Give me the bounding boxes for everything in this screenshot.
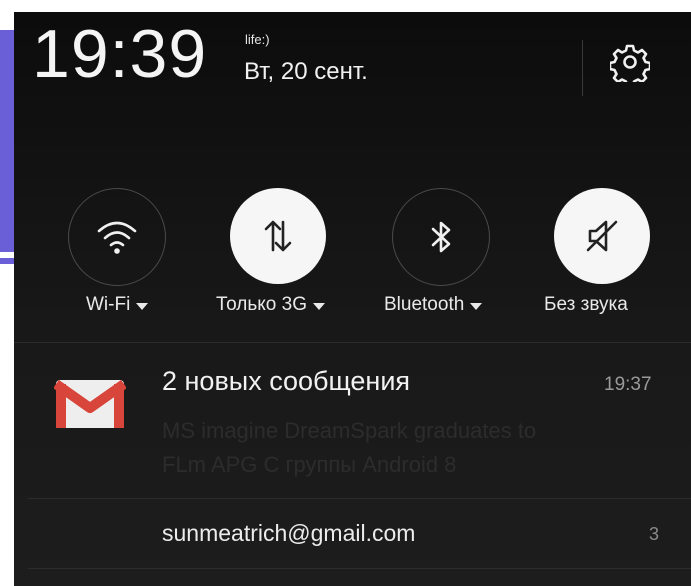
bluetooth-dropdown-icon [470, 302, 483, 310]
notification-preview-line-2: FLm APG C группы Android 8 [162, 452, 457, 477]
notification-preview-line-1: MS imagine DreamSpark graduates to [162, 418, 537, 443]
settings-button[interactable] [608, 40, 652, 84]
mobile-data-dropdown-icon [312, 302, 325, 310]
mobile-data-label-text: Только 3G [216, 294, 307, 315]
bluetooth-icon [431, 221, 451, 253]
side-accent-tab [0, 30, 14, 252]
side-accent-line [0, 258, 14, 264]
wifi-label-text: Wi-Fi [86, 294, 131, 315]
notification-title[interactable]: 2 новых сообщения [162, 366, 410, 397]
data-arrows-icon [264, 220, 292, 252]
bottom-divider [28, 568, 691, 569]
quick-settings-divider [14, 342, 691, 343]
notification-time: 19:37 [604, 374, 652, 395]
bluetooth-toggle[interactable] [392, 188, 490, 286]
sound-toggle[interactable] [554, 188, 650, 284]
mobile-data-toggle[interactable] [230, 188, 326, 284]
wifi-dropdown-icon [136, 302, 149, 310]
bluetooth-label[interactable]: Bluetooth [384, 294, 483, 316]
notification-divider [28, 498, 691, 499]
sound-label[interactable]: Без звука [544, 294, 628, 316]
wifi-icon [97, 221, 137, 254]
muted-speaker-icon [586, 220, 618, 252]
carrier-name: life:) [245, 32, 270, 47]
date-label[interactable]: Вт, 20 сент. [244, 58, 368, 86]
notification-count: 3 [649, 524, 660, 544]
notification-account[interactable]: sunmeatrich@gmail.com [162, 520, 415, 547]
gmail-icon [53, 379, 127, 428]
sound-label-text: Без звука [544, 294, 628, 315]
header-divider [582, 40, 583, 96]
gear-icon [610, 44, 650, 82]
wifi-toggle[interactable] [68, 188, 166, 286]
bluetooth-label-text: Bluetooth [384, 294, 465, 315]
clock: 19:39 [32, 16, 208, 92]
mobile-data-label[interactable]: Только 3G [216, 294, 325, 316]
gmail-notification-icon [53, 378, 127, 430]
wifi-label[interactable]: Wi-Fi [86, 294, 149, 316]
